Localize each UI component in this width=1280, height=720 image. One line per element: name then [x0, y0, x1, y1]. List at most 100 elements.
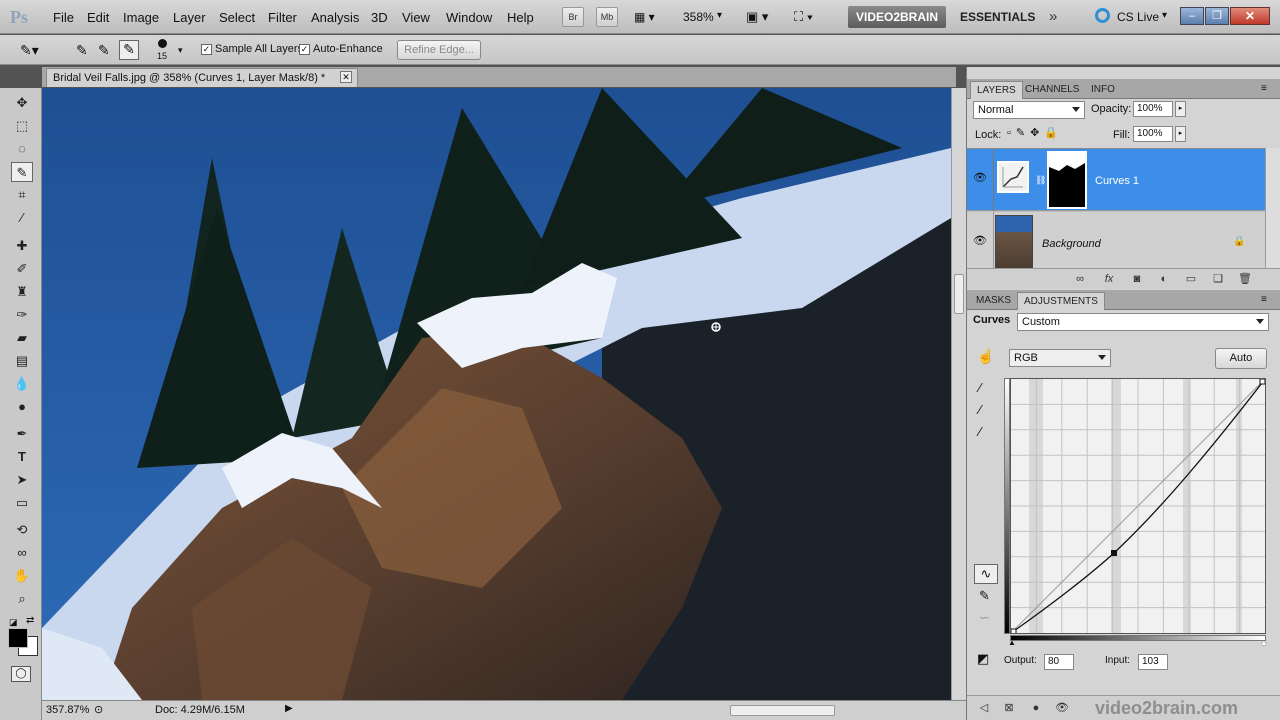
auto-button[interactable]: Auto — [1215, 348, 1267, 369]
layer-mask-thumbnail[interactable] — [1047, 151, 1087, 209]
quick-mask-icon[interactable]: ◯ — [11, 666, 31, 682]
marquee-tool-icon[interactable]: ⬚ — [11, 116, 33, 136]
refine-edge-button[interactable]: Refine Edge... — [397, 40, 481, 60]
shape-tool-icon[interactable]: ▭ — [11, 493, 33, 513]
tab-info[interactable]: INFO — [1085, 81, 1121, 99]
link-layers-icon[interactable]: ∞ — [1073, 272, 1087, 286]
menu-view[interactable]: View — [402, 10, 430, 25]
cs-live-label[interactable]: CS Live — [1117, 10, 1159, 24]
quick-selection-tool-icon[interactable]: ✎ — [11, 162, 33, 182]
blur-tool-icon[interactable]: 💧 — [11, 374, 33, 394]
document-tab[interactable]: Bridal Veil Falls.jpg @ 358% (Curves 1, … — [46, 68, 358, 87]
menu-select[interactable]: Select — [219, 10, 255, 25]
gradient-tool-icon[interactable]: ▤ — [11, 351, 33, 371]
menu-layer[interactable]: Layer — [173, 10, 206, 25]
pen-tool-icon[interactable]: ✒ — [11, 424, 33, 444]
menu-window[interactable]: Window — [446, 10, 492, 25]
layer-row-curves[interactable]: 👁 ⛓ Curves 1 — [967, 149, 1265, 211]
brush-picker-chevron-icon[interactable]: ▾ — [178, 45, 183, 56]
status-zoom[interactable]: 357.87% — [46, 704, 89, 716]
tab-layers[interactable]: LAYERS — [970, 81, 1023, 99]
new-selection-icon[interactable]: ✎ — [76, 42, 88, 59]
curve-point-tool-icon[interactable]: ∿ — [974, 564, 998, 584]
delete-layer-icon[interactable]: 🗑 — [1238, 272, 1252, 286]
add-mask-icon[interactable]: ◙ — [1130, 272, 1144, 286]
blend-mode-select[interactable]: Normal — [973, 101, 1085, 119]
brush-dot-icon[interactable] — [158, 39, 167, 48]
path-selection-tool-icon[interactable]: ➤ — [11, 470, 33, 490]
smooth-curve-icon[interactable]: ∽ — [979, 610, 990, 626]
layer-name[interactable]: Curves 1 — [1095, 175, 1139, 187]
layer-row-background[interactable]: 👁 Background 🔒 — [967, 212, 1265, 274]
crop-tool-icon[interactable]: ⌗ — [11, 185, 33, 205]
scroll-thumb[interactable] — [954, 274, 964, 314]
3d-rotate-tool-icon[interactable]: ⟲ — [11, 520, 33, 540]
hand-tool-icon[interactable]: ✋ — [11, 566, 33, 586]
menu-3d[interactable]: 3D — [371, 10, 388, 25]
type-tool-icon[interactable]: T — [11, 447, 33, 467]
new-group-icon[interactable]: ▭ — [1184, 272, 1198, 286]
swap-colors-icon[interactable]: ⇄ — [26, 615, 34, 626]
subtract-from-selection-icon[interactable]: ✎ — [119, 40, 139, 60]
clip-to-layer-icon[interactable]: ● — [1029, 701, 1043, 715]
fill-field[interactable]: 100% — [1133, 126, 1173, 142]
healing-brush-tool-icon[interactable]: ✚ — [11, 236, 33, 256]
layer-style-icon[interactable]: fx — [1102, 272, 1116, 286]
view-extras-icon[interactable]: ▦ ▾ — [634, 10, 655, 24]
screen-mode-icon[interactable]: ⛶ ▾ — [794, 9, 813, 25]
eraser-tool-icon[interactable]: ▰ — [11, 328, 33, 348]
lock-icons[interactable]: ▫✎✥🔒 — [1007, 126, 1063, 139]
history-brush-tool-icon[interactable]: ✑ — [11, 305, 33, 325]
tab-masks[interactable]: MASKS — [970, 292, 1017, 310]
clone-stamp-tool-icon[interactable]: ♜ — [11, 282, 33, 302]
new-layer-icon[interactable]: ❏ — [1211, 272, 1225, 286]
clipping-warning-icon[interactable]: ◩ — [977, 651, 989, 667]
adjustments-panel-menu-icon[interactable]: ≡ — [1261, 294, 1267, 305]
close-document-icon[interactable]: ✕ — [340, 71, 352, 83]
mask-link-icon[interactable]: ⛓ — [1035, 175, 1046, 186]
gray-point-eyedropper-icon[interactable]: ⁄ — [979, 402, 981, 417]
minimize-icon[interactable]: – — [1180, 7, 1204, 25]
fill-slider-arrow-icon[interactable]: ▸ — [1175, 126, 1186, 142]
visibility-eye-icon[interactable]: 👁 — [973, 236, 987, 247]
input-field[interactable]: 103 — [1138, 654, 1168, 670]
visibility-eye-icon[interactable]: 👁 — [973, 173, 987, 184]
zoom-chevron-icon[interactable]: ▾ — [717, 10, 722, 21]
tab-adjustments[interactable]: ADJUSTMENTS — [1017, 292, 1105, 310]
menu-file[interactable]: File — [53, 10, 74, 25]
vertical-scrollbar[interactable] — [951, 88, 966, 700]
tab-channels[interactable]: CHANNELS — [1019, 81, 1085, 99]
dodge-tool-icon[interactable]: ● — [11, 397, 33, 417]
menu-edit[interactable]: Edit — [87, 10, 109, 25]
menu-help[interactable]: Help — [507, 10, 534, 25]
curve-black-point[interactable] — [1010, 628, 1017, 635]
add-to-selection-icon[interactable]: ✎ — [98, 42, 110, 59]
menu-filter[interactable]: Filter — [268, 10, 297, 25]
output-field[interactable]: 80 — [1044, 654, 1074, 670]
curve-control-point[interactable] — [1111, 550, 1117, 556]
lasso-tool-icon[interactable]: ◌ — [11, 139, 33, 159]
foreground-color-swatch[interactable] — [8, 628, 28, 648]
more-workspaces-icon[interactable]: » — [1049, 8, 1057, 25]
brush-tool-icon[interactable]: ✐ — [11, 259, 33, 279]
cs-live-chevron-icon[interactable]: ▾ — [1162, 10, 1167, 21]
channel-select[interactable]: RGB — [1009, 349, 1111, 367]
arrange-documents-icon[interactable]: ▣ ▾ — [746, 9, 768, 25]
toggle-visibility-icon[interactable]: 👁 — [1055, 701, 1069, 715]
white-input-slider-icon[interactable]: ▲ — [1260, 638, 1268, 647]
zoom-tool-icon[interactable]: ⌕ — [11, 589, 33, 609]
sample-all-layers-checkbox[interactable]: ✓ — [201, 44, 212, 55]
black-point-eyedropper-icon[interactable]: ⁄ — [979, 380, 981, 395]
workspace-video2brain[interactable]: VIDEO2BRAIN — [848, 6, 947, 28]
move-tool-icon[interactable]: ✥ — [11, 93, 33, 113]
menu-analysis[interactable]: Analysis — [311, 10, 359, 25]
3d-orbit-tool-icon[interactable]: ∞ — [11, 543, 33, 563]
on-image-adjust-icon[interactable]: ☝ — [977, 348, 994, 365]
curves-graph[interactable] — [1010, 378, 1266, 635]
curve-white-point[interactable] — [1259, 378, 1266, 385]
quick-selection-preset-icon[interactable]: ✎▾ — [20, 42, 39, 59]
opacity-slider-arrow-icon[interactable]: ▸ — [1175, 101, 1186, 117]
layer-name[interactable]: Background — [1042, 238, 1101, 250]
opacity-field[interactable]: 100% — [1133, 101, 1173, 117]
document-canvas[interactable] — [42, 88, 951, 700]
